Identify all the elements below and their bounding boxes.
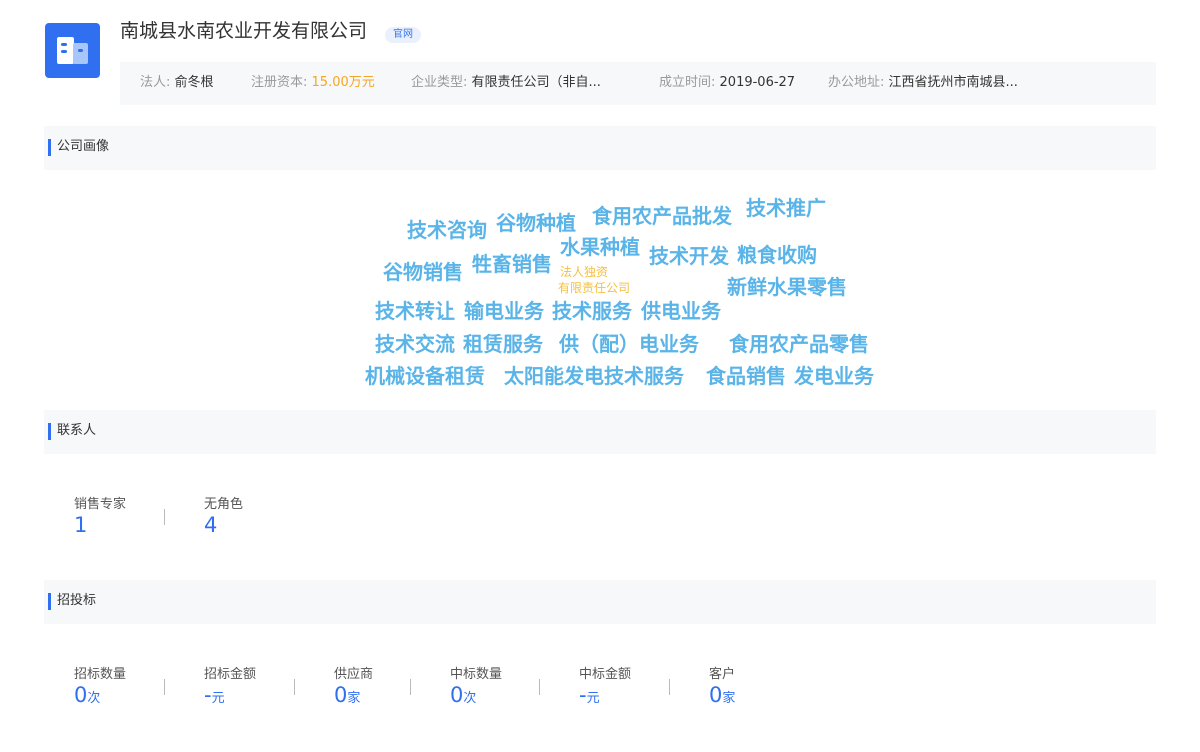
tag-word-cloud: 技术咨询 谷物种植 食用农产品批发 技术推广 谷物销售 牲畜销售 水果种植 技术… bbox=[0, 0, 1200, 752]
cloud-word[interactable]: 太阳能发电技术服务 bbox=[504, 360, 684, 389]
founding-date-value: 2019-06-27 bbox=[719, 75, 796, 90]
company-name: 南城县水南农业开发有限公司 bbox=[120, 20, 368, 42]
stat-label: 招标金额 bbox=[204, 667, 257, 682]
cloud-word[interactable]: 有限责任公司 bbox=[558, 279, 630, 296]
divider bbox=[539, 679, 540, 695]
bid-stat-tender-amount[interactable]: 招标金额 -元 bbox=[204, 663, 256, 710]
official-site-link[interactable]: 官网 bbox=[385, 27, 421, 43]
office-address-label: 办公地址: bbox=[828, 75, 885, 90]
legal-person-value[interactable]: 俞冬根 bbox=[175, 75, 214, 90]
stat-value: - bbox=[204, 683, 212, 707]
stat-value: 1 bbox=[74, 513, 88, 537]
stat-label: 无角色 bbox=[204, 497, 244, 512]
section-marker bbox=[48, 593, 51, 610]
cloud-word[interactable]: 水果种植 bbox=[560, 231, 640, 260]
stat-value: 0 bbox=[709, 683, 723, 707]
cloud-word[interactable]: 供电业务 bbox=[641, 295, 721, 324]
divider bbox=[164, 679, 165, 695]
section-title-portrait: 公司画像 bbox=[57, 139, 110, 154]
registered-capital-value: 15.00万元 bbox=[311, 75, 375, 90]
section-portrait: 公司画像 bbox=[44, 126, 1156, 170]
stat-value: 0 bbox=[74, 683, 88, 707]
stat-label: 中标数量 bbox=[450, 667, 503, 682]
company-type-value: 有限责任公司（非自... bbox=[471, 75, 601, 90]
contact-stat-sales-expert[interactable]: 销售专家 1 bbox=[74, 493, 126, 536]
stat-unit: 次 bbox=[463, 691, 477, 706]
stat-label: 中标金额 bbox=[579, 667, 632, 682]
founding-date: 成立时间: 2019-06-27 bbox=[659, 62, 795, 105]
divider bbox=[164, 509, 165, 525]
legal-person-label: 法人: bbox=[140, 75, 171, 90]
cloud-word[interactable]: 粮食收购 bbox=[737, 239, 817, 268]
registered-capital: 注册资本: 15.00万元 bbox=[251, 62, 375, 105]
cloud-word[interactable]: 法人独资 bbox=[560, 263, 608, 280]
section-marker bbox=[48, 139, 51, 156]
cloud-word[interactable]: 牲畜销售 bbox=[472, 248, 552, 277]
section-marker bbox=[48, 423, 51, 440]
company-type: 企业类型: 有限责任公司（非自... bbox=[411, 62, 601, 105]
cloud-word[interactable]: 发电业务 bbox=[794, 360, 874, 389]
divider bbox=[410, 679, 411, 695]
bid-stat-suppliers[interactable]: 供应商 0家 bbox=[334, 663, 373, 710]
company-profile-page: 南城县水南农业开发有限公司 官网 法人: 俞冬根 注册资本: 15.00万元 企… bbox=[0, 0, 1200, 752]
stat-value: 4 bbox=[204, 513, 218, 537]
bid-stat-award-amount[interactable]: 中标金额 -元 bbox=[579, 663, 631, 710]
stat-value: 0 bbox=[450, 683, 464, 707]
stat-unit: 家 bbox=[722, 691, 736, 706]
cloud-word[interactable]: 技术开发 bbox=[649, 240, 729, 269]
cloud-word[interactable]: 谷物销售 bbox=[383, 256, 463, 285]
company-info-bar: 法人: 俞冬根 注册资本: 15.00万元 企业类型: 有限责任公司（非自...… bbox=[120, 62, 1156, 105]
stat-label: 客户 bbox=[709, 667, 736, 682]
stat-value: 0 bbox=[334, 683, 348, 707]
company-type-label: 企业类型: bbox=[411, 75, 468, 90]
cloud-word[interactable]: 租赁服务 bbox=[463, 328, 543, 357]
cloud-word[interactable]: 技术交流 bbox=[375, 328, 455, 357]
legal-person: 法人: 俞冬根 bbox=[140, 62, 214, 105]
cloud-word[interactable]: 食用农产品批发 bbox=[592, 200, 732, 229]
company-logo-icon bbox=[45, 23, 100, 78]
section-contacts: 联系人 bbox=[44, 410, 1156, 454]
cloud-word[interactable]: 供（配）电业务 bbox=[559, 328, 699, 357]
cloud-word[interactable]: 输电业务 bbox=[464, 295, 544, 324]
divider bbox=[669, 679, 670, 695]
bid-stat-award-count[interactable]: 中标数量 0次 bbox=[450, 663, 502, 710]
divider bbox=[294, 679, 295, 695]
stat-unit: 家 bbox=[347, 691, 361, 706]
cloud-word[interactable]: 技术咨询 bbox=[407, 214, 487, 243]
cloud-word[interactable]: 食品销售 bbox=[706, 360, 786, 389]
stat-unit: 元 bbox=[586, 691, 600, 706]
cloud-word[interactable]: 技术推广 bbox=[746, 192, 826, 221]
contact-stat-no-role[interactable]: 无角色 4 bbox=[204, 493, 243, 536]
stat-label: 供应商 bbox=[334, 667, 374, 682]
bid-stat-customers[interactable]: 客户 0家 bbox=[709, 663, 735, 710]
stat-label: 销售专家 bbox=[74, 497, 127, 512]
cloud-word[interactable]: 机械设备租赁 bbox=[365, 360, 485, 389]
bid-stat-tender-count[interactable]: 招标数量 0次 bbox=[74, 663, 126, 710]
office-address-value: 江西省抚州市南城县... bbox=[888, 75, 1018, 90]
cloud-word[interactable]: 新鲜水果零售 bbox=[727, 271, 847, 300]
office-address: 办公地址: 江西省抚州市南城县... bbox=[828, 62, 1018, 105]
section-bidding: 招投标 bbox=[44, 580, 1156, 624]
cloud-word[interactable]: 技术转让 bbox=[375, 295, 455, 324]
section-title-contacts: 联系人 bbox=[57, 423, 97, 438]
cloud-word[interactable]: 技术服务 bbox=[552, 295, 632, 324]
section-title-bidding: 招投标 bbox=[57, 593, 97, 608]
founding-date-label: 成立时间: bbox=[659, 75, 716, 90]
stat-value: - bbox=[579, 683, 587, 707]
stat-label: 招标数量 bbox=[74, 667, 127, 682]
registered-capital-label: 注册资本: bbox=[251, 75, 308, 90]
stat-unit: 元 bbox=[211, 691, 225, 706]
cloud-word[interactable]: 食用农产品零售 bbox=[729, 328, 869, 357]
stat-unit: 次 bbox=[87, 691, 101, 706]
